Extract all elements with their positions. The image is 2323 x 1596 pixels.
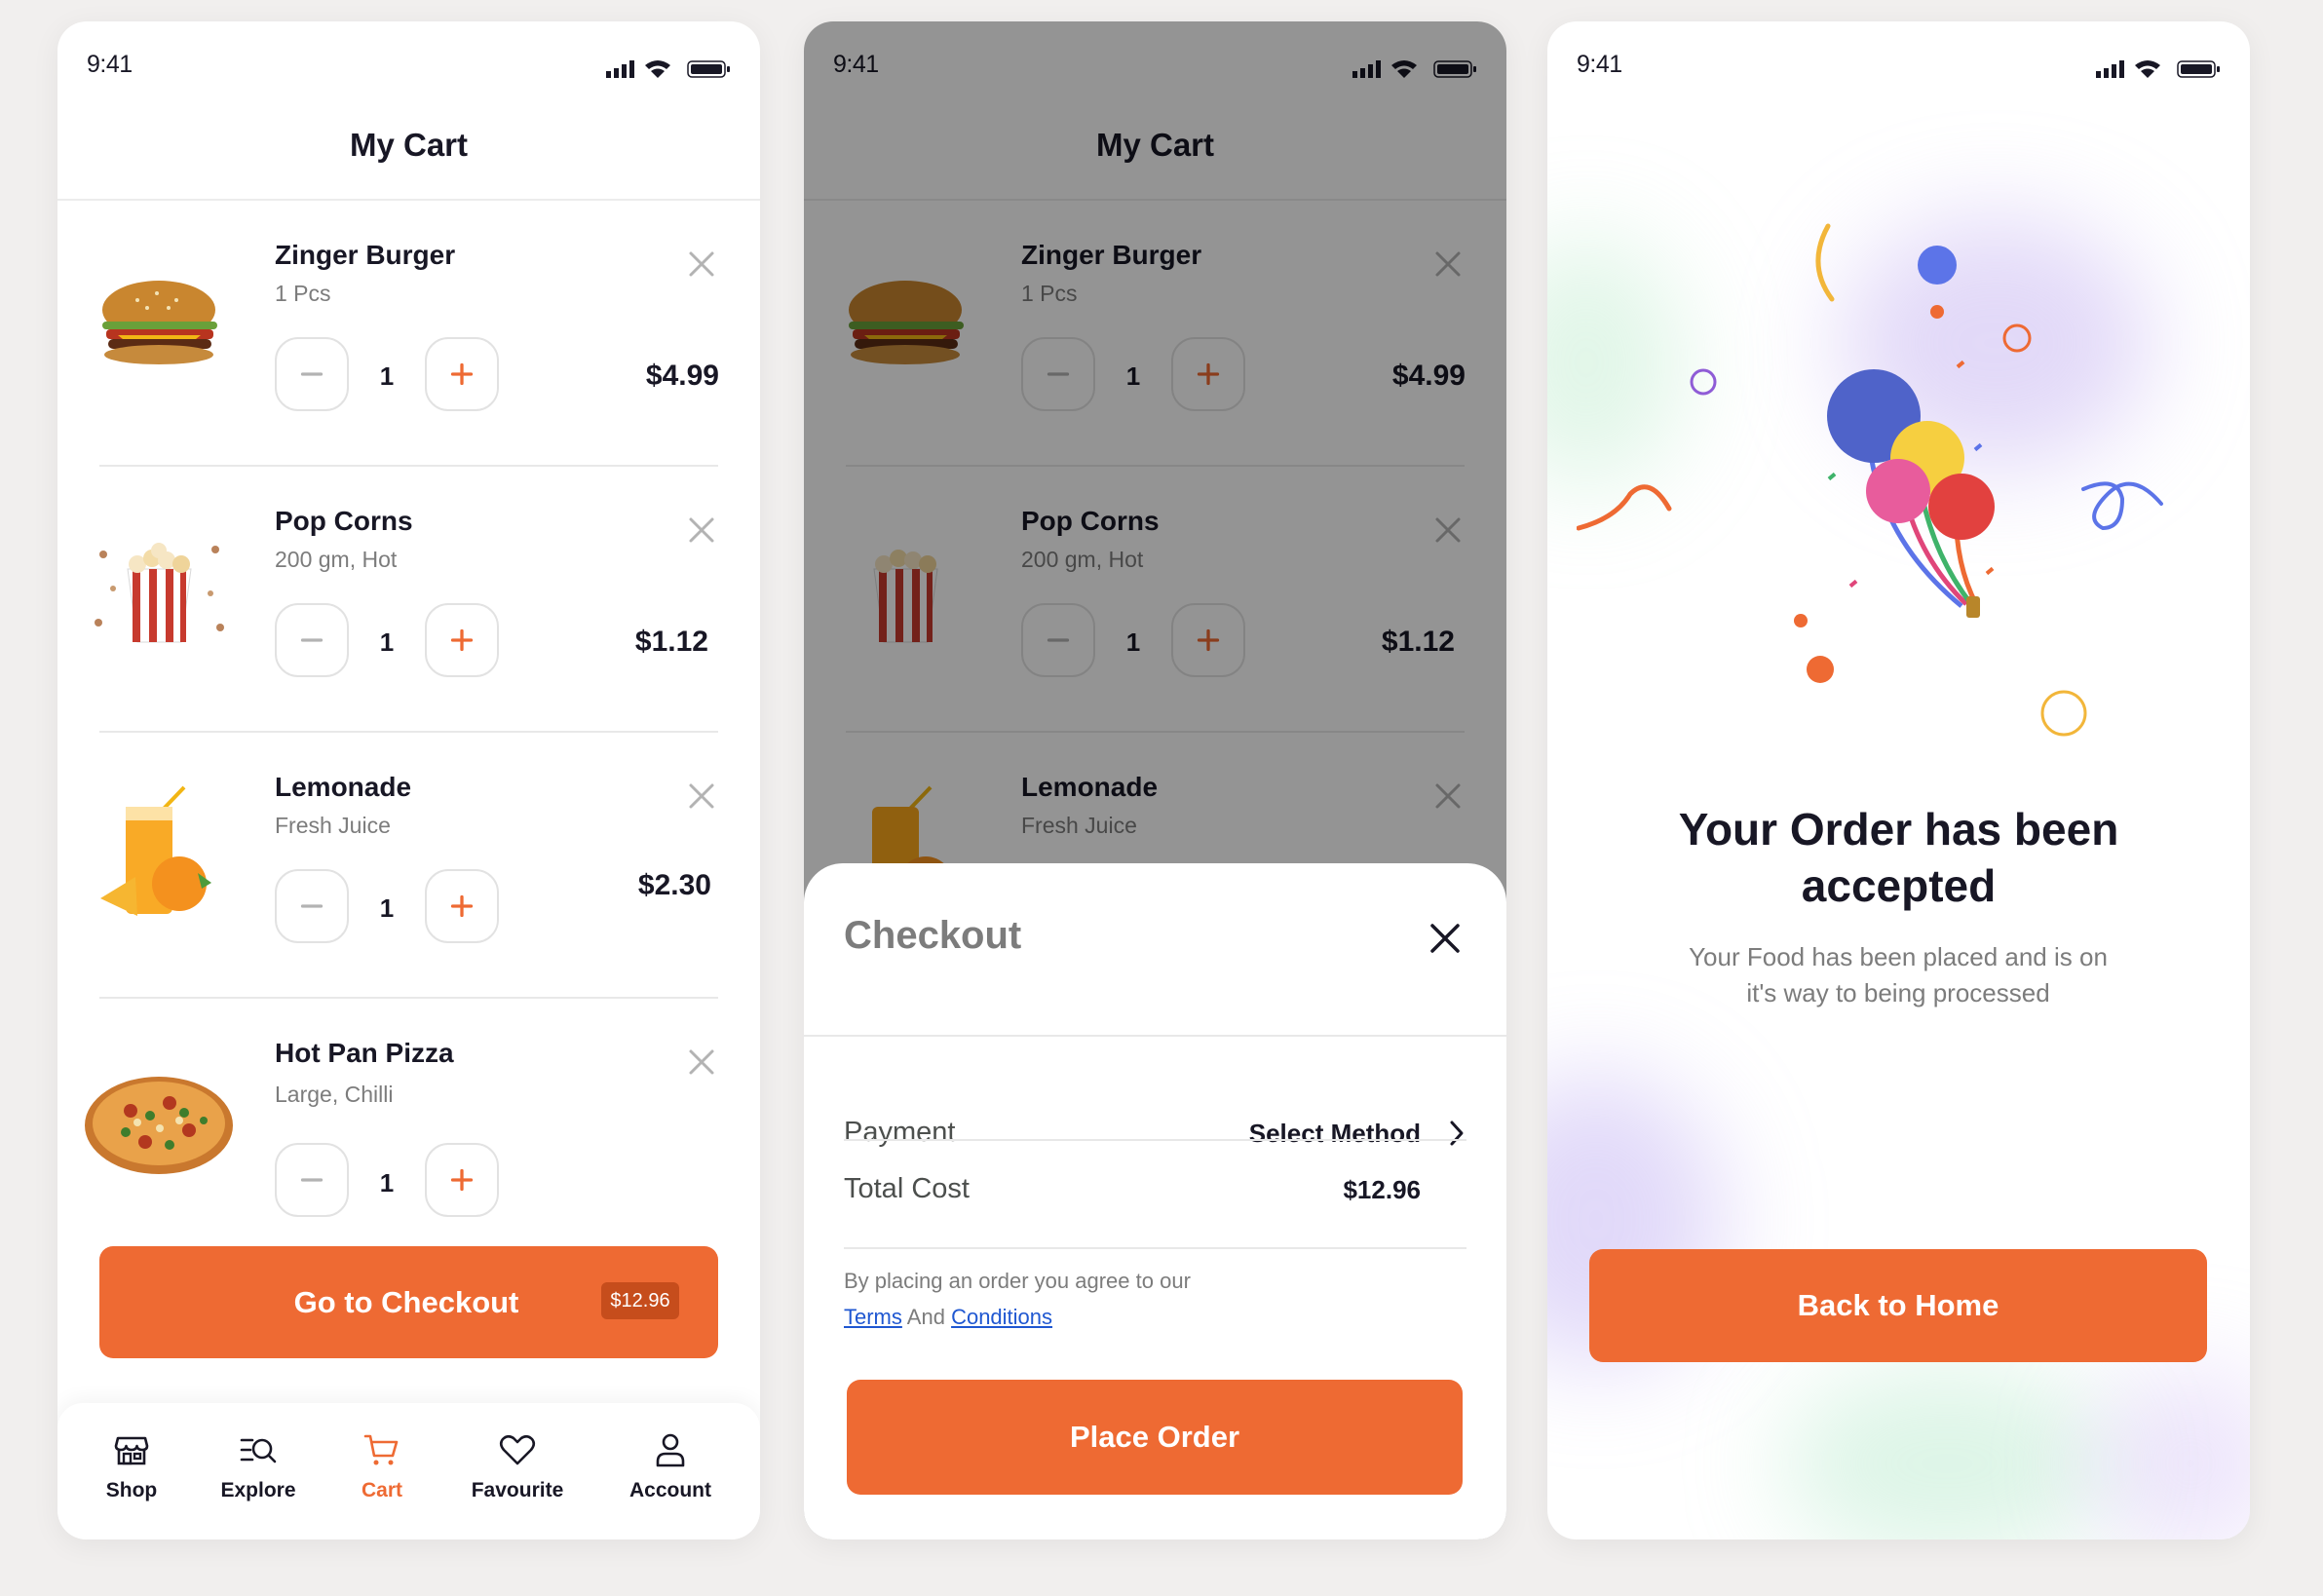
item-price: $2.30	[637, 869, 711, 901]
payment-label: Payment	[844, 1117, 956, 1148]
go-to-checkout-button[interactable]: Go to Checkout $12.96	[99, 1246, 718, 1358]
item-desc: 1 Pcs	[275, 281, 331, 306]
item-desc: Fresh Juice	[275, 813, 391, 838]
item-qty: 1	[379, 361, 395, 391]
balloons-illustration	[1577, 223, 2163, 737]
nav-explore[interactable]: Explore	[200, 1430, 317, 1502]
terms-and: And	[906, 1305, 945, 1329]
cart-item: Lemonade Fresh Juice 1 $2.30	[57, 733, 760, 999]
cart-icon	[363, 1434, 399, 1465]
nav-label: Explore	[220, 1479, 296, 1501]
cart-screen: 9:41 My Cart Zinger Burger 1 Pcs 1 $4.99	[57, 21, 760, 1539]
decrease-qty-button[interactable]	[275, 337, 349, 411]
order-accepted-screen: 9:41 Your Order has been accepted Your F…	[1547, 21, 2250, 1539]
increase-qty-button[interactable]	[425, 869, 499, 943]
item-name: Zinger Burger	[275, 240, 456, 270]
status-bar: 9:41	[57, 21, 760, 109]
checkout-screen: 9:41 My Cart Zinger Burger 1 Pcs 1 $4.99	[804, 21, 1506, 1539]
remove-item-icon[interactable]	[687, 781, 716, 811]
pizza-image	[85, 1077, 233, 1174]
total-cost-label: Total Cost	[844, 1173, 970, 1204]
close-icon[interactable]	[1428, 922, 1462, 955]
terms-link[interactable]: Terms	[844, 1305, 902, 1329]
sheet-title: Checkout	[844, 914, 1022, 957]
item-name: Hot Pan Pizza	[275, 1038, 454, 1068]
item-qty: 1	[379, 627, 395, 657]
subtitle-line-1: Your Food has been placed and is on	[1689, 942, 2108, 971]
checkout-total-badge: $12.96	[601, 1282, 679, 1319]
nav-shop[interactable]: Shop	[73, 1430, 190, 1502]
conditions-link[interactable]: Conditions	[951, 1305, 1052, 1329]
burger-image	[102, 281, 217, 364]
nav-favourite[interactable]: Favourite	[459, 1430, 576, 1502]
item-price: $1.12	[634, 626, 708, 658]
status-icons	[2096, 60, 2220, 78]
item-name: Pop Corns	[275, 506, 413, 536]
item-qty: 1	[379, 893, 395, 923]
title-line-1: Your Order has been	[1678, 804, 2119, 855]
explore-icon	[240, 1438, 277, 1463]
sheet-divider	[804, 1035, 1506, 1037]
background-glow	[2093, 1366, 2250, 1539]
heart-icon	[499, 1434, 536, 1465]
remove-item-icon[interactable]	[687, 249, 716, 279]
popcorn-image	[95, 543, 224, 643]
cart-item: Hot Pan Pizza Large, Chilli 1	[57, 999, 760, 1233]
item-desc: Large, Chilli	[275, 1082, 394, 1107]
title-line-2: accepted	[1801, 860, 1997, 911]
status-time: 9:41	[87, 51, 133, 78]
total-cost-value: $12.96	[1343, 1175, 1421, 1204]
cart-item: Pop Corns 200 gm, Hot 1 $1.12	[57, 467, 760, 733]
item-price: $4.99	[645, 360, 719, 392]
nav-account[interactable]: Account	[612, 1430, 729, 1502]
sheet-divider	[844, 1247, 1466, 1249]
increase-qty-button[interactable]	[425, 1143, 499, 1217]
nav-label: Cart	[361, 1479, 402, 1501]
terms-notice: By placing an order you agree to our Ter…	[844, 1263, 1191, 1335]
order-accepted-title: Your Order has been accepted	[1547, 801, 2250, 914]
chevron-right-icon	[1450, 1121, 1464, 1146]
item-name: Lemonade	[275, 772, 412, 802]
subtitle-line-2: it's way to being processed	[1746, 978, 2050, 1007]
status-icons	[606, 60, 730, 78]
back-to-home-button[interactable]: Back to Home	[1589, 1249, 2207, 1362]
sheet-divider	[844, 1139, 1466, 1141]
background-glow	[1781, 1366, 2113, 1539]
place-order-button[interactable]: Place Order	[847, 1380, 1463, 1495]
lemonade-image	[100, 785, 211, 916]
page-title: My Cart	[349, 127, 469, 163]
store-icon	[114, 1436, 149, 1465]
bottom-nav: Shop Explore Cart Favourite Account	[57, 1403, 760, 1539]
increase-qty-button[interactable]	[425, 603, 499, 677]
decrease-qty-button[interactable]	[275, 1143, 349, 1217]
nav-label: Account	[629, 1479, 711, 1501]
status-time: 9:41	[1577, 51, 1622, 78]
increase-qty-button[interactable]	[425, 337, 499, 411]
item-desc: 200 gm, Hot	[275, 547, 398, 572]
remove-item-icon[interactable]	[687, 515, 716, 545]
order-accepted-subtitle: Your Food has been placed and is on it's…	[1645, 939, 2152, 1011]
nav-label: Shop	[105, 1479, 158, 1501]
decrease-qty-button[interactable]	[275, 869, 349, 943]
user-icon	[656, 1433, 685, 1467]
terms-prefix: By placing an order you agree to our	[844, 1269, 1191, 1293]
decrease-qty-button[interactable]	[275, 603, 349, 677]
nav-label: Favourite	[471, 1479, 564, 1501]
cart-item: Zinger Burger 1 Pcs 1 $4.99	[57, 201, 760, 467]
item-qty: 1	[379, 1168, 395, 1197]
remove-item-icon[interactable]	[687, 1047, 716, 1077]
status-bar: 9:41	[1547, 21, 2250, 109]
nav-cart[interactable]: Cart	[324, 1430, 440, 1502]
payment-method-value: Select Method	[1248, 1119, 1421, 1148]
checkout-sheet: Checkout Payment Select Method Total Cos…	[804, 863, 1506, 1539]
